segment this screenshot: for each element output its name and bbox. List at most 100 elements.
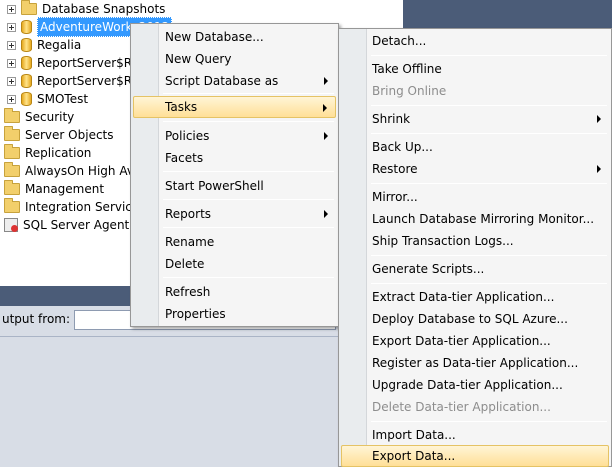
menu-item-label: Mirror... bbox=[372, 190, 418, 204]
menu-item-delete[interactable]: Delete bbox=[133, 253, 336, 275]
menu-item-label: Restore bbox=[372, 162, 418, 176]
menu-item-label: Upgrade Data-tier Application... bbox=[372, 378, 563, 392]
menu-item-shrink[interactable]: Shrink bbox=[341, 108, 609, 130]
expand-icon[interactable] bbox=[7, 4, 16, 14]
menu-item-reports[interactable]: Reports bbox=[133, 203, 336, 225]
tree-node-database-snapshots[interactable]: Database Snapshots bbox=[7, 0, 165, 18]
submenu-arrow-icon bbox=[324, 210, 328, 218]
menu-item-label: Refresh bbox=[165, 285, 211, 299]
menu-item-register-data-tier[interactable]: Register as Data-tier Application... bbox=[341, 352, 609, 374]
menu-item-upgrade-data-tier[interactable]: Upgrade Data-tier Application... bbox=[341, 374, 609, 396]
tree-node-label: Management bbox=[25, 182, 105, 196]
menu-separator bbox=[371, 133, 607, 134]
submenu-arrow-icon bbox=[597, 165, 601, 173]
tree-node-smotest[interactable]: SMOTest bbox=[7, 90, 88, 108]
menu-item-label: Extract Data-tier Application... bbox=[372, 290, 555, 304]
menu-item-detach[interactable]: Detach... bbox=[341, 30, 609, 52]
expand-icon[interactable] bbox=[7, 40, 16, 50]
menu-item-extract-data-tier[interactable]: Extract Data-tier Application... bbox=[341, 286, 609, 308]
menu-item-label: Facets bbox=[165, 151, 204, 165]
output-source-label: utput from: bbox=[2, 312, 71, 326]
folder-icon bbox=[4, 180, 20, 195]
menu-item-label: Take Offline bbox=[372, 62, 442, 76]
menu-item-delete-data-tier: Delete Data-tier Application... bbox=[341, 396, 609, 418]
tasks-submenu: Detach... Take Offline Bring Online Shri… bbox=[338, 28, 612, 467]
menu-item-tasks[interactable]: Tasks bbox=[133, 96, 336, 118]
menu-item-bring-online: Bring Online bbox=[341, 80, 609, 102]
menu-item-export-data-tier[interactable]: Export Data-tier Application... bbox=[341, 330, 609, 352]
menu-item-label: Register as Data-tier Application... bbox=[372, 356, 579, 370]
submenu-arrow-icon bbox=[324, 77, 328, 85]
tree-node-label: Regalia bbox=[37, 38, 82, 52]
menu-item-label: Script Database as bbox=[165, 74, 279, 88]
folder-icon bbox=[4, 198, 20, 213]
menu-item-refresh[interactable]: Refresh bbox=[133, 281, 336, 303]
tree-node-sql-server-agent[interactable]: SQL Server Agent (A bbox=[4, 216, 146, 234]
folder-icon bbox=[21, 0, 37, 15]
menu-separator bbox=[163, 277, 334, 278]
menu-item-label: New Database... bbox=[165, 30, 264, 44]
tree-node-label: AlwaysOn High Ava bbox=[25, 164, 142, 178]
folder-icon bbox=[4, 126, 20, 141]
menu-item-new-database[interactable]: New Database... bbox=[133, 26, 336, 48]
menu-separator bbox=[371, 55, 607, 56]
database-context-menu: New Database... New Query Script Databas… bbox=[130, 23, 339, 327]
menu-item-new-query[interactable]: New Query bbox=[133, 48, 336, 70]
menu-item-label: Detach... bbox=[372, 34, 427, 48]
menu-item-label: Export Data... bbox=[372, 449, 456, 463]
menu-item-label: Bring Online bbox=[372, 84, 447, 98]
submenu-arrow-icon bbox=[597, 115, 601, 123]
menu-item-mirror[interactable]: Mirror... bbox=[341, 186, 609, 208]
menu-item-deploy-to-sql-azure[interactable]: Deploy Database to SQL Azure... bbox=[341, 308, 609, 330]
menu-item-label: Launch Database Mirroring Monitor... bbox=[372, 212, 595, 226]
menu-item-facets[interactable]: Facets bbox=[133, 147, 336, 169]
menu-separator bbox=[371, 183, 607, 184]
tree-node-label: SMOTest bbox=[37, 92, 89, 106]
menu-item-properties[interactable]: Properties bbox=[133, 303, 336, 325]
menu-separator bbox=[371, 283, 607, 284]
folder-icon bbox=[4, 162, 20, 177]
output-body bbox=[0, 336, 340, 467]
folder-icon bbox=[4, 144, 20, 159]
tree-node-alwayson[interactable]: AlwaysOn High Ava bbox=[4, 162, 141, 180]
expand-icon[interactable] bbox=[7, 22, 16, 32]
tree-node-label: Integration Services bbox=[25, 200, 146, 214]
menu-item-back-up[interactable]: Back Up... bbox=[341, 136, 609, 158]
tree-node-server-objects[interactable]: Server Objects bbox=[4, 126, 114, 144]
folder-icon bbox=[4, 108, 20, 123]
tree-node-label: Security bbox=[25, 110, 75, 124]
menu-item-start-powershell[interactable]: Start PowerShell bbox=[133, 175, 336, 197]
database-icon bbox=[21, 20, 32, 34]
tree-node-label: Database Snapshots bbox=[42, 2, 166, 16]
database-icon bbox=[21, 38, 32, 52]
menu-item-policies[interactable]: Policies bbox=[133, 125, 336, 147]
menu-item-ship-transaction-logs[interactable]: Ship Transaction Logs... bbox=[341, 230, 609, 252]
menu-item-script-database-as[interactable]: Script Database as bbox=[133, 70, 336, 92]
menu-item-label: Import Data... bbox=[372, 428, 456, 442]
menu-separator bbox=[163, 199, 334, 200]
tree-node-replication[interactable]: Replication bbox=[4, 144, 91, 162]
menu-item-export-data[interactable]: Export Data... bbox=[341, 445, 609, 467]
expand-icon[interactable] bbox=[7, 94, 16, 104]
database-icon bbox=[21, 56, 32, 70]
menu-item-label: Tasks bbox=[165, 100, 198, 114]
menu-item-label: Start PowerShell bbox=[165, 179, 264, 193]
menu-item-label: Policies bbox=[165, 129, 210, 143]
menu-item-generate-scripts[interactable]: Generate Scripts... bbox=[341, 258, 609, 280]
menu-item-restore[interactable]: Restore bbox=[341, 158, 609, 180]
tree-node-security[interactable]: Security bbox=[4, 108, 74, 126]
menu-item-label: Generate Scripts... bbox=[372, 262, 485, 276]
menu-separator bbox=[163, 171, 334, 172]
expand-icon[interactable] bbox=[7, 58, 16, 68]
expand-icon[interactable] bbox=[7, 76, 16, 86]
tree-node-reportserver-1[interactable]: ReportServer$RE bbox=[7, 54, 140, 72]
tree-node-label: SQL Server Agent (A bbox=[23, 218, 146, 232]
menu-item-import-data[interactable]: Import Data... bbox=[341, 424, 609, 446]
menu-item-take-offline[interactable]: Take Offline bbox=[341, 58, 609, 80]
tree-node-reportserver-2[interactable]: ReportServer$RE bbox=[7, 72, 140, 90]
menu-item-rename[interactable]: Rename bbox=[133, 231, 336, 253]
tree-node-regalia[interactable]: Regalia bbox=[7, 36, 81, 54]
tree-node-management[interactable]: Management bbox=[4, 180, 104, 198]
menu-item-launch-mirroring-monitor[interactable]: Launch Database Mirroring Monitor... bbox=[341, 208, 609, 230]
tree-node-integration-services[interactable]: Integration Services bbox=[4, 198, 146, 216]
